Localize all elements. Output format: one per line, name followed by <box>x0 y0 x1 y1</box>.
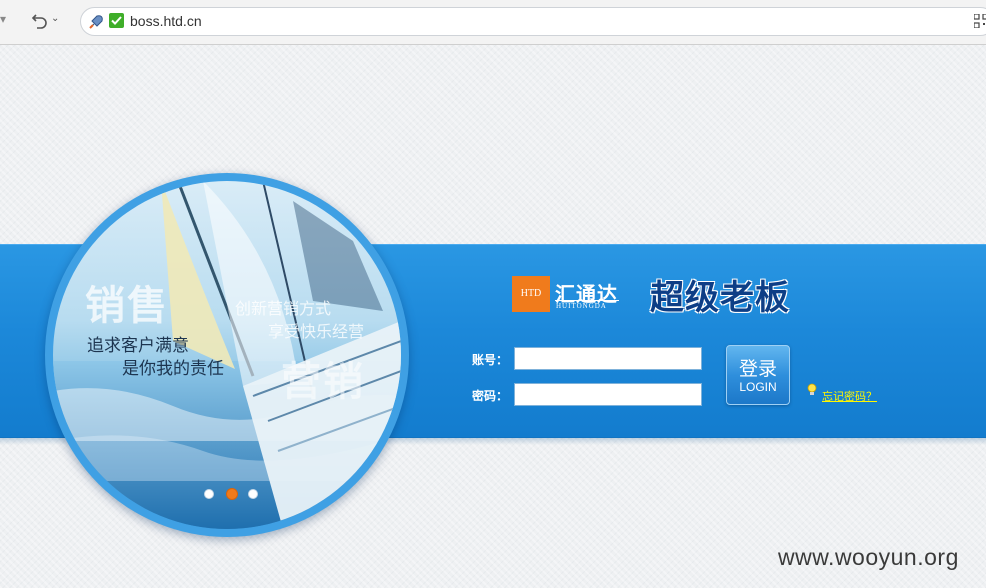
banner-faint-line-2: 享受快乐经营 <box>268 322 365 341</box>
rocket-icon <box>89 15 103 29</box>
account-label: 账号： <box>472 353 509 367</box>
login-button[interactable]: 登录 LOGIN <box>726 345 790 405</box>
banner-carousel: 销售 创新营销方式 享受快乐经营 追求客户满意 是你我的责任 营销 <box>45 173 409 537</box>
address-bar[interactable]: boss.htd.cn <box>80 7 986 36</box>
account-input[interactable] <box>514 347 702 370</box>
product-title: 超级老板 <box>650 278 790 318</box>
banner-word-sales: 销售 <box>85 282 169 329</box>
chevron-down-icon[interactable]: ▾ <box>0 12 6 26</box>
htd-logo-mark: HTD <box>512 276 550 312</box>
undo-dropdown-icon[interactable]: ⌄ <box>51 13 59 24</box>
password-input[interactable] <box>514 383 702 406</box>
htd-logo-english: HUITONGDA <box>556 302 607 310</box>
banner-word-marketing: 营销 <box>281 358 365 405</box>
secure-check-icon <box>109 13 124 28</box>
carousel-dots <box>204 488 264 501</box>
banner-faint-line-1: 创新营销方式 <box>235 299 332 318</box>
forgot-password-link[interactable]: 忘记密码？ <box>822 388 877 404</box>
banner-image: 销售 创新营销方式 享受快乐经营 追求客户满意 是你我的责任 营销 <box>53 181 401 529</box>
url-text[interactable]: boss.htd.cn <box>130 13 202 29</box>
login-button-label-cn: 登录 <box>738 358 777 380</box>
lightbulb-icon <box>807 383 817 395</box>
carousel-dot-1[interactable] <box>204 489 214 499</box>
qr-code-icon[interactable] <box>974 14 986 28</box>
logo-divider <box>555 300 619 301</box>
watermark: www.wooyun.org <box>778 544 959 570</box>
carousel-dot-2[interactable] <box>226 488 238 500</box>
carousel-dot-3[interactable] <box>248 489 258 499</box>
password-label: 密码： <box>472 389 509 403</box>
login-button-label-en: LOGIN <box>739 380 777 394</box>
banner-slogan-line-1: 追求客户满意 <box>87 336 189 356</box>
banner-slogan-line-2: 是你我的责任 <box>122 359 224 379</box>
browser-toolbar: ▾ ⌄ boss.htd.cn <box>0 0 986 45</box>
undo-icon[interactable] <box>30 10 50 32</box>
